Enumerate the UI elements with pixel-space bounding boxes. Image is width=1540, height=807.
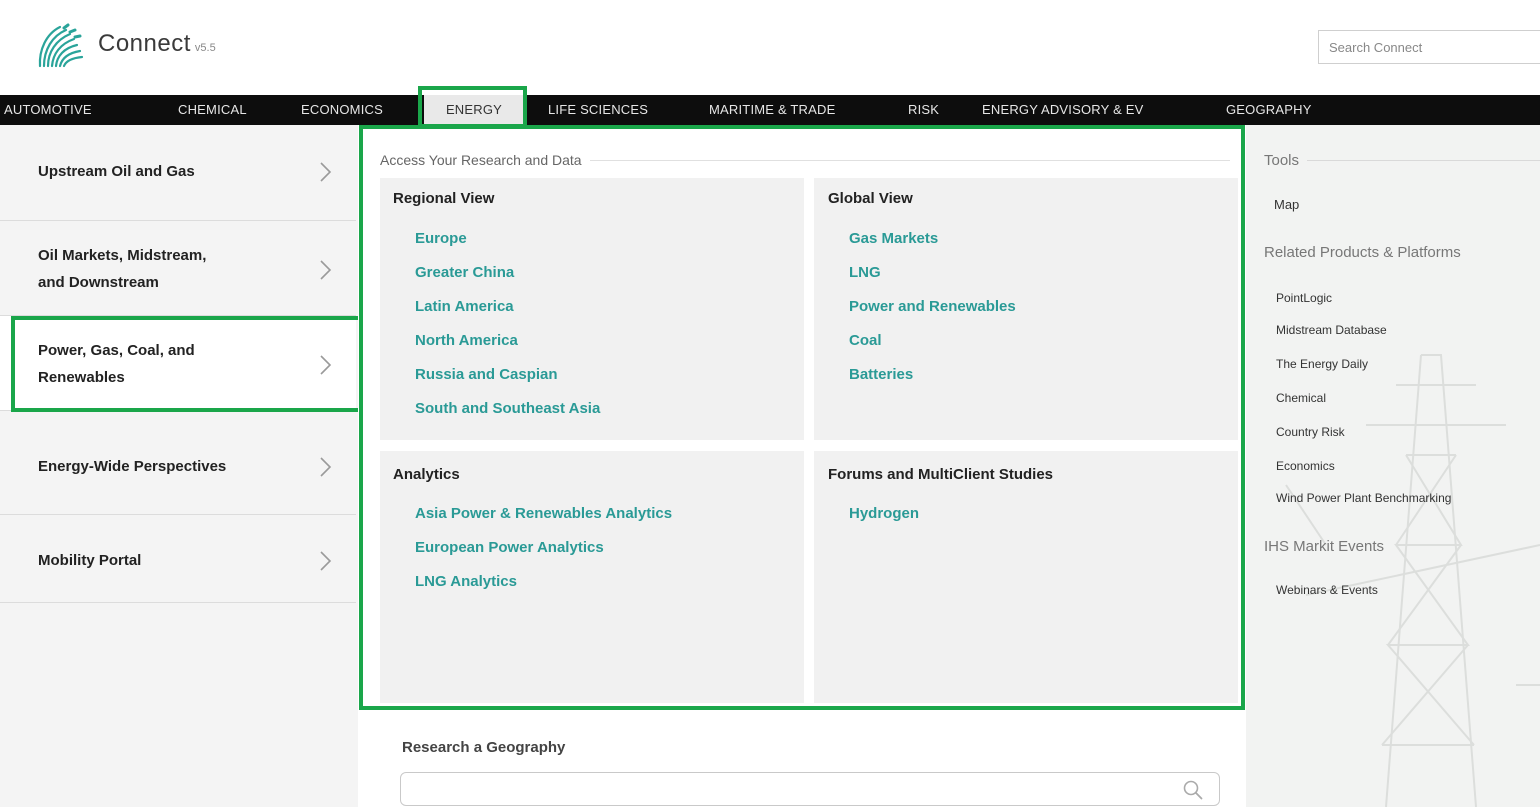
sidebar-item-label: and Downstream (38, 274, 159, 291)
events-heading: IHS Markit Events (1264, 538, 1385, 555)
sidebar-item-label: Renewables (38, 369, 125, 386)
link-europe[interactable]: Europe (415, 230, 467, 247)
sidebar-item-power-gas-coal[interactable]: Power, Gas, Coal, and Renewables (0, 316, 356, 411)
nav-energy-advisory-ev[interactable]: ENERGY ADVISORY & EV (982, 95, 1144, 125)
link-coal[interactable]: Coal (849, 332, 882, 349)
sidebar-item-oil-markets[interactable]: Oil Markets, Midstream, and Downstream (0, 221, 356, 316)
search-input[interactable] (1318, 30, 1540, 64)
section-title: Regional View (393, 190, 495, 207)
link-lng-analytics[interactable]: LNG Analytics (415, 573, 517, 590)
header: Connect v5.5 (0, 0, 1540, 95)
nav-economics[interactable]: ECONOMICS (301, 95, 383, 125)
link-gas-markets[interactable]: Gas Markets (849, 230, 938, 247)
events-link-webinars[interactable]: Webinars & Events (1276, 583, 1378, 597)
nav-automotive[interactable]: AUTOMOTIVE (4, 95, 92, 125)
related-link-country-risk[interactable]: Country Risk (1276, 425, 1345, 439)
link-asia-power-analytics[interactable]: Asia Power & Renewables Analytics (415, 505, 672, 522)
chevron-right-icon (320, 355, 332, 375)
related-link-chemical[interactable]: Chemical (1276, 391, 1326, 405)
related-link-wind-power[interactable]: Wind Power Plant Benchmarking (1276, 491, 1451, 505)
related-link-pointlogic[interactable]: PointLogic (1276, 291, 1332, 305)
chevron-right-icon (320, 260, 332, 280)
sidebar-item-mobility-portal[interactable]: Mobility Portal (0, 515, 356, 603)
link-power-renewables[interactable]: Power and Renewables (849, 298, 1016, 315)
sidebar-item-label: Oil Markets, Midstream, (38, 247, 207, 264)
sidebar-item-label: Power, Gas, Coal, and (38, 342, 195, 359)
sidebar-item-label: Mobility Portal (38, 552, 142, 569)
sidebar-item-label: Energy-Wide Perspectives (38, 458, 227, 475)
link-south-southeast-asia[interactable]: South and Southeast Asia (415, 400, 600, 417)
sidebar-item-label: Upstream Oil and Gas (38, 163, 195, 180)
sidebar-item-upstream[interactable]: Upstream Oil and Gas (0, 125, 356, 221)
nav-geography[interactable]: GEOGRAPHY (1226, 95, 1312, 125)
link-lng[interactable]: LNG (849, 264, 881, 281)
link-batteries[interactable]: Batteries (849, 366, 913, 383)
nav-chemical[interactable]: CHEMICAL (178, 95, 247, 125)
section-forums (814, 451, 1238, 703)
link-russia-caspian[interactable]: Russia and Caspian (415, 366, 558, 383)
related-link-midstream-database[interactable]: Midstream Database (1276, 323, 1387, 337)
search-icon[interactable] (1182, 779, 1204, 801)
nav-risk[interactable]: RISK (908, 95, 939, 125)
link-north-america[interactable]: North America (415, 332, 518, 349)
nav-maritime-trade[interactable]: MARITIME & TRADE (709, 95, 835, 125)
brand-version: v5.5 (194, 42, 216, 54)
section-title: Global View (828, 190, 913, 207)
related-heading: Related Products & Platforms (1264, 244, 1461, 261)
link-hydrogen[interactable]: Hydrogen (849, 505, 919, 522)
related-link-energy-daily[interactable]: The Energy Daily (1276, 357, 1368, 371)
chevron-right-icon (320, 162, 332, 182)
nav-energy[interactable]: ENERGY (424, 95, 524, 125)
link-european-power-analytics[interactable]: European Power Analytics (415, 539, 604, 556)
chevron-right-icon (320, 551, 332, 571)
link-latin-america[interactable]: Latin America (415, 298, 514, 315)
sidebar: Upstream Oil and Gas Oil Markets, Midstr… (0, 125, 359, 807)
tools-heading: Tools (1264, 152, 1308, 169)
connect-logo-icon[interactable] (36, 22, 88, 70)
panel-heading: Access Your Research and Data (380, 152, 590, 168)
related-link-economics[interactable]: Economics (1276, 459, 1335, 473)
tools-divider (1300, 160, 1540, 161)
chevron-right-icon (320, 457, 332, 477)
brand[interactable]: Connect v5.5 (98, 30, 216, 58)
section-title: Forums and MultiClient Studies (828, 466, 1054, 483)
sidebar-item-energy-wide[interactable]: Energy-Wide Perspectives (0, 411, 356, 515)
section-title: Analytics (393, 466, 460, 483)
geography-search-input[interactable] (400, 772, 1220, 806)
tool-map-link[interactable]: Map (1274, 197, 1299, 212)
link-greater-china[interactable]: Greater China (415, 264, 514, 281)
top-nav: AUTOMOTIVE CHEMICAL ECONOMICS ENERGY LIF… (0, 95, 1540, 125)
nav-life-sciences[interactable]: LIFE SCIENCES (548, 95, 648, 125)
brand-name: Connect (98, 30, 191, 57)
geography-label: Research a Geography (402, 739, 566, 756)
